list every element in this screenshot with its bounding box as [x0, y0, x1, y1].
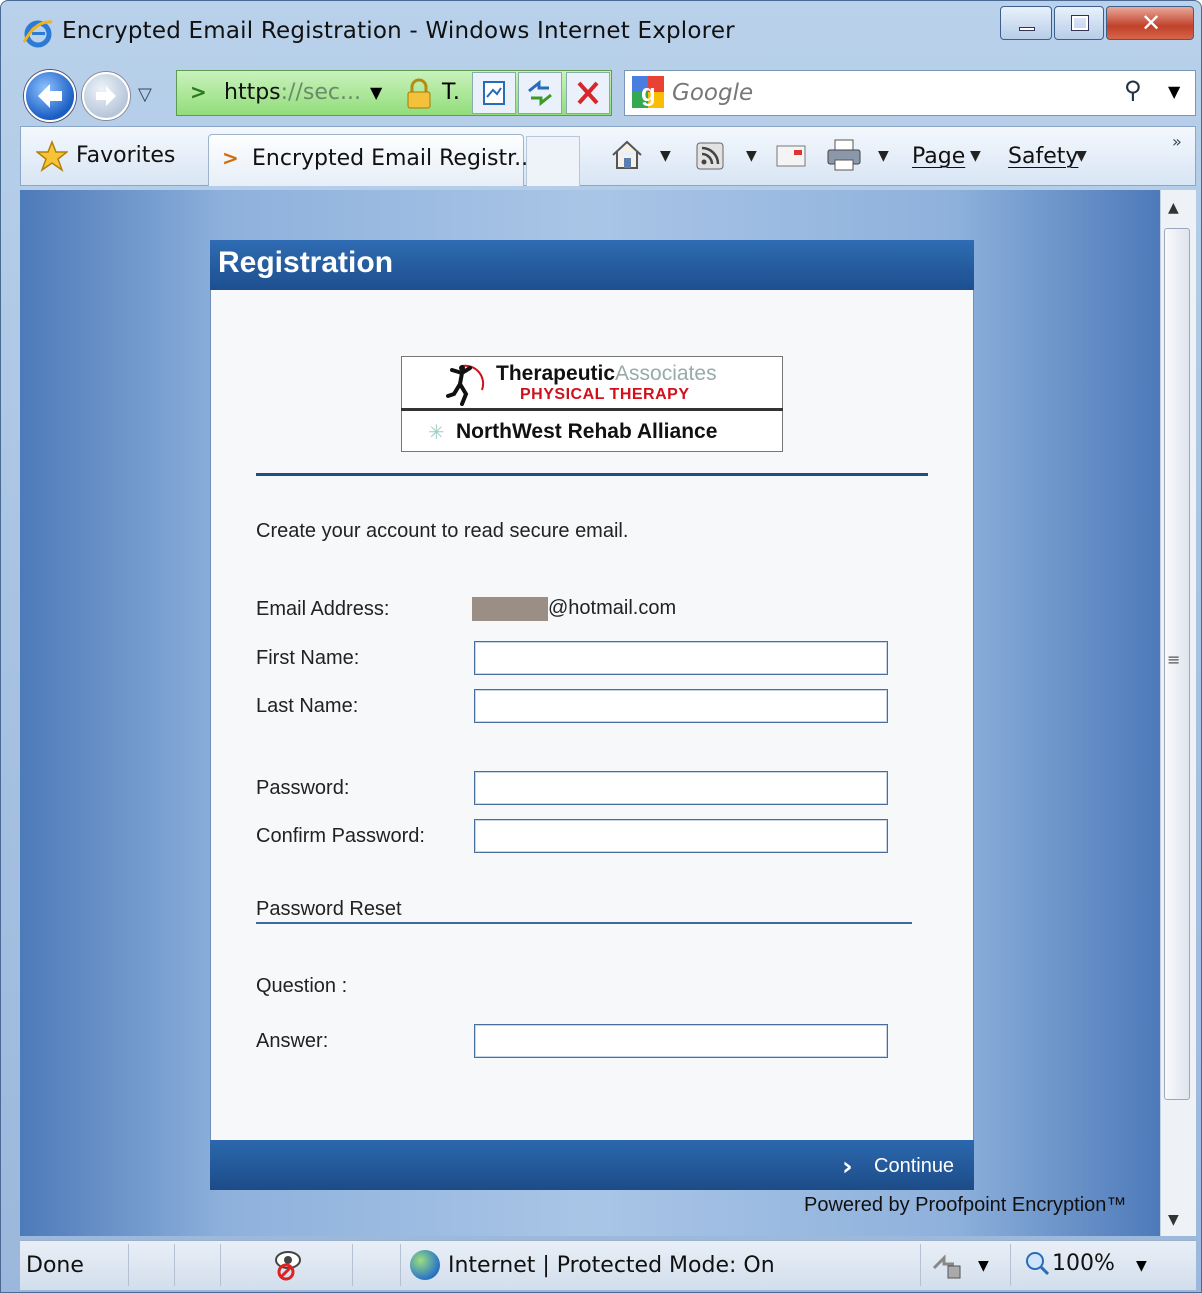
scroll-down-arrow-icon[interactable]: ▼: [1168, 1212, 1179, 1228]
search-icon[interactable]: ⚲: [1124, 76, 1142, 104]
page-menu-caret[interactable]: ▼: [970, 148, 981, 164]
favorites-button[interactable]: Favorites: [76, 143, 175, 168]
refresh-button[interactable]: [518, 72, 562, 114]
compat-view-button[interactable]: [472, 72, 516, 114]
security-zone[interactable]: Internet | Protected Mode: On: [448, 1253, 775, 1278]
forward-button[interactable]: [82, 72, 130, 120]
new-tab-button[interactable]: [526, 136, 580, 186]
home-icon[interactable]: [610, 138, 644, 172]
zoom-dropdown[interactable]: ▼: [1136, 1258, 1147, 1274]
forward-icon: [96, 86, 116, 106]
panel-footer: [210, 1140, 974, 1190]
status-separator: [128, 1244, 129, 1286]
continue-chevron-icon[interactable]: ›: [842, 1152, 853, 1182]
svg-text:g: g: [641, 80, 656, 107]
print-icon[interactable]: [826, 138, 862, 172]
logo-divider: [401, 408, 783, 411]
url-rest: ://sec...: [280, 80, 361, 105]
logo-company-name: TherapeuticAssociates: [496, 362, 717, 386]
back-button[interactable]: [24, 70, 76, 122]
minimize-button[interactable]: [1000, 6, 1052, 40]
first-name-field[interactable]: [474, 641, 888, 675]
logo-alliance: NorthWest Rehab Alliance: [456, 420, 718, 443]
scrollbar-grip-icon: ≡: [1167, 650, 1181, 669]
lock-icon[interactable]: [404, 78, 434, 110]
zoom-level[interactable]: 100%: [1052, 1251, 1115, 1276]
password-label: Password:: [256, 777, 350, 799]
google-icon: g: [632, 76, 664, 108]
logo-name-light: Associates: [615, 362, 717, 385]
email-value: @hotmail.com: [548, 597, 677, 619]
url-scheme: https: [224, 80, 281, 105]
security-report-label[interactable]: T.: [442, 80, 460, 105]
confirm-password-label: Confirm Password:: [256, 825, 425, 847]
popup-icon[interactable]: [930, 1250, 966, 1280]
safety-menu[interactable]: Safety: [1008, 144, 1078, 169]
feeds-dropdown[interactable]: ▼: [746, 148, 757, 164]
page-icon: >: [190, 80, 207, 104]
status-separator: [174, 1244, 175, 1286]
maximize-button[interactable]: [1054, 6, 1104, 40]
address-url[interactable]: https://sec...: [224, 80, 361, 105]
logo-subtitle: PHYSICAL THERAPY: [520, 386, 690, 403]
search-dropdown[interactable]: ▼: [1168, 82, 1180, 101]
print-dropdown[interactable]: ▼: [878, 148, 889, 164]
logo-star-icon: ✳: [428, 420, 445, 444]
ie-icon: [22, 20, 53, 48]
window-controls: ✕: [1000, 6, 1196, 44]
redacted-email-user: [472, 597, 548, 621]
password-reset-heading: Password Reset: [256, 898, 402, 920]
confirm-password-field[interactable]: [474, 819, 888, 853]
tab-label[interactable]: Encrypted Email Registr...: [252, 146, 535, 171]
compat-view-icon: [483, 81, 505, 105]
recent-pages-dropdown[interactable]: ▽: [138, 84, 152, 105]
last-name-label: Last Name:: [256, 695, 359, 717]
favorites-star-icon[interactable]: [36, 140, 68, 172]
status-text: Done: [26, 1253, 84, 1278]
athlete-logo-icon: [446, 364, 485, 406]
tab-page-icon: >: [222, 146, 239, 170]
privacy-icon[interactable]: [272, 1248, 304, 1282]
answer-label: Answer:: [256, 1030, 329, 1052]
status-separator: [400, 1244, 401, 1286]
panel-title: Registration: [218, 246, 394, 279]
close-icon: ✕: [1141, 9, 1162, 37]
window-title: Encrypted Email Registration - Windows I…: [62, 18, 735, 44]
first-name-label: First Name:: [256, 647, 360, 669]
globe-icon: [410, 1250, 440, 1280]
logo-name-bold: Therapeutic: [496, 362, 616, 385]
status-separator: [352, 1244, 353, 1286]
header-divider: [256, 473, 928, 476]
status-separator: [1010, 1244, 1011, 1286]
back-icon: [38, 84, 62, 108]
status-separator: [920, 1244, 921, 1286]
popup-dropdown[interactable]: ▼: [978, 1258, 989, 1274]
reset-divider: [256, 922, 912, 924]
safety-menu-caret[interactable]: ▼: [1076, 148, 1087, 164]
answer-field[interactable]: [474, 1024, 888, 1058]
address-dropdown[interactable]: ▼: [370, 83, 382, 102]
more-commands-chevron-icon[interactable]: »: [1172, 132, 1182, 151]
intro-text: Create your account to read secure email…: [256, 520, 629, 542]
status-separator: [220, 1244, 221, 1286]
powered-by-text: Powered by Proofpoint Encryption™: [804, 1194, 1127, 1216]
stop-icon: [577, 81, 599, 105]
password-field[interactable]: [474, 771, 888, 805]
stop-button[interactable]: [566, 72, 610, 114]
last-name-field[interactable]: [474, 689, 888, 723]
read-mail-icon[interactable]: [776, 144, 806, 168]
scroll-up-arrow-icon[interactable]: ▲: [1168, 200, 1179, 216]
continue-button[interactable]: Continue: [874, 1155, 954, 1178]
home-dropdown[interactable]: ▼: [660, 148, 671, 164]
question-label: Question :: [256, 975, 348, 997]
search-placeholder[interactable]: Google: [672, 80, 753, 106]
feeds-icon[interactable]: [696, 142, 724, 170]
refresh-icon: [528, 79, 552, 107]
email-label: Email Address:: [256, 598, 390, 620]
close-button[interactable]: ✕: [1106, 6, 1194, 40]
zoom-icon[interactable]: [1024, 1250, 1050, 1276]
page-menu[interactable]: Page: [912, 144, 965, 169]
